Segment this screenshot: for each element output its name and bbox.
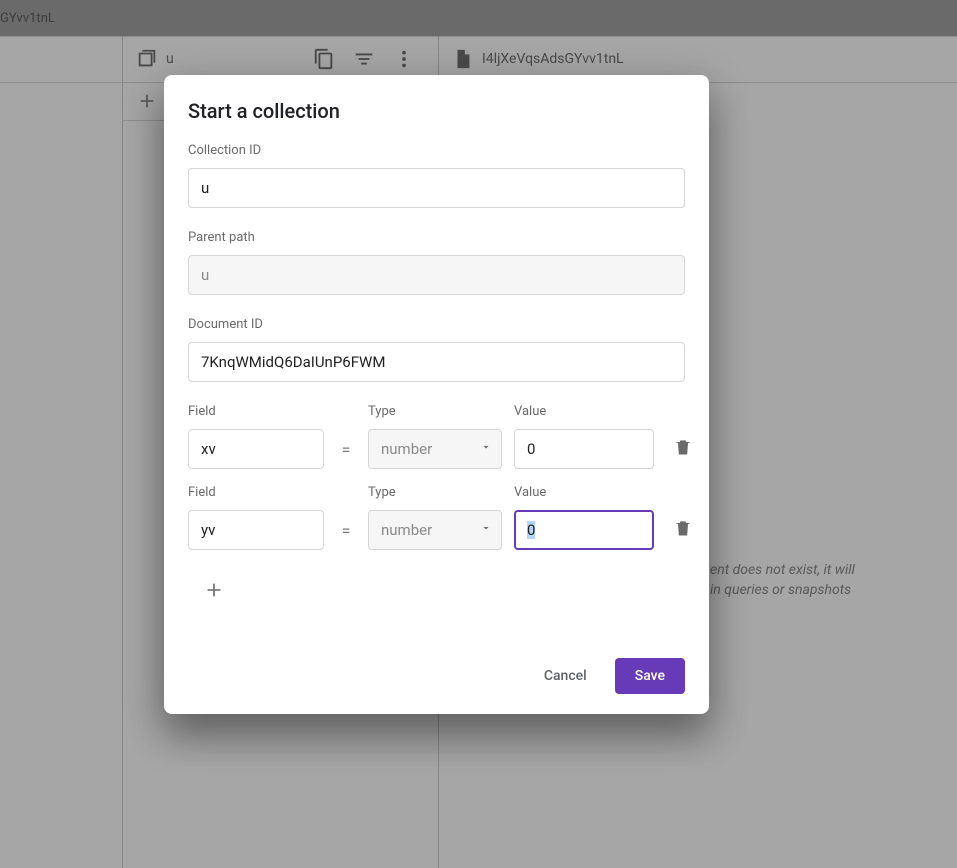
dialog-title: Start a collection [188,99,685,123]
field-type-select[interactable] [368,510,502,550]
field-name-input[interactable] [188,429,324,469]
save-button[interactable]: Save [615,658,685,694]
parent-path-input [188,255,685,295]
type-label: Type [368,485,502,500]
field-type-select[interactable] [368,429,502,469]
start-collection-dialog: Start a collection Collection ID Parent … [164,75,709,714]
trash-icon [673,437,693,461]
add-field-button[interactable] [196,574,232,610]
field-value-input[interactable] [514,510,654,550]
field-label: Field [188,404,324,419]
delete-field-button[interactable] [666,510,700,550]
field-value-input[interactable] [514,429,654,469]
dialog-actions: Cancel Save [188,658,685,694]
cancel-button[interactable]: Cancel [536,660,595,692]
field-label: Field [188,485,324,500]
collection-id-input[interactable] [188,168,685,208]
plus-icon [203,579,225,605]
value-label: Value [514,485,654,500]
document-id-label: Document ID [188,317,685,332]
equals-sign: = [336,510,356,550]
trash-icon [673,518,693,542]
type-label: Type [368,404,502,419]
delete-field-button[interactable] [666,429,700,469]
equals-sign: = [336,429,356,469]
value-label: Value [514,404,654,419]
document-id-input[interactable] [188,342,685,382]
parent-path-label: Parent path [188,230,685,245]
field-row: Field = Type Value [188,404,685,469]
field-row: Field = Type Value [188,485,685,550]
field-name-input[interactable] [188,510,324,550]
collection-id-label: Collection ID [188,143,685,158]
